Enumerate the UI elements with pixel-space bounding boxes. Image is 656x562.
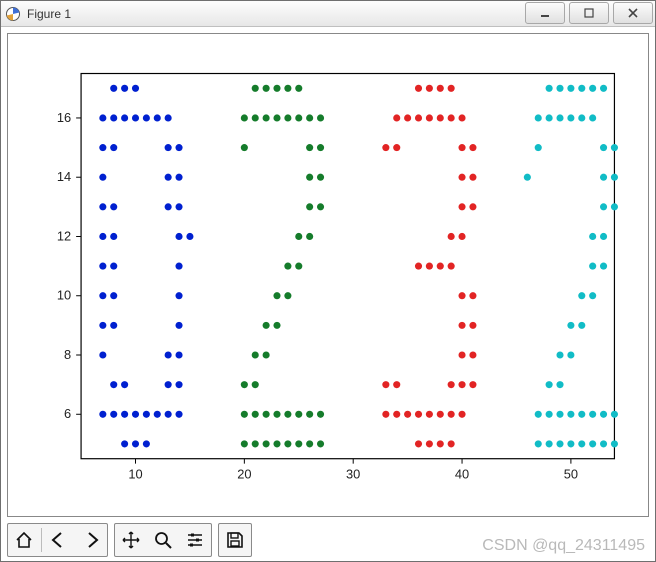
maximize-button[interactable] <box>569 2 609 24</box>
svg-text:10: 10 <box>128 466 142 481</box>
minimize-button[interactable] <box>525 2 565 24</box>
series-green <box>241 85 324 448</box>
back-button[interactable] <box>44 525 74 555</box>
home-button[interactable] <box>9 525 39 555</box>
client-area: 10 20 30 40 50 6 8 10 12 14 16 <box>1 27 655 561</box>
close-button[interactable] <box>613 2 653 24</box>
window-title: Figure 1 <box>27 7 71 21</box>
toolbar-group-save <box>218 523 252 557</box>
svg-text:14: 14 <box>57 169 71 184</box>
plot-svg: 10 20 30 40 50 6 8 10 12 14 16 <box>8 34 648 516</box>
app-icon <box>5 6 21 22</box>
title-bar-left: Figure 1 <box>5 6 71 22</box>
save-button[interactable] <box>220 525 250 555</box>
window-controls <box>525 1 655 26</box>
plot-area[interactable]: 10 20 30 40 50 6 8 10 12 14 16 <box>7 33 649 517</box>
svg-text:30: 30 <box>346 466 360 481</box>
zoom-button[interactable] <box>148 525 178 555</box>
nav-toolbar <box>7 523 252 557</box>
svg-text:50: 50 <box>564 466 578 481</box>
watermark-text: CSDN @qq_24311495 <box>482 537 645 555</box>
svg-text:40: 40 <box>455 466 469 481</box>
series-blue <box>99 85 193 448</box>
title-bar: Figure 1 <box>1 1 655 27</box>
svg-text:16: 16 <box>57 110 71 125</box>
series-cyan <box>524 85 618 448</box>
svg-text:20: 20 <box>237 466 251 481</box>
svg-text:8: 8 <box>64 347 71 362</box>
svg-text:12: 12 <box>57 228 71 243</box>
toolbar-separator <box>41 528 42 552</box>
toolbar-group-view <box>114 523 212 557</box>
figure-window: Figure 1 10 20 30 40 50 6 8 10 12 14 16 <box>0 0 656 562</box>
configure-button[interactable] <box>180 525 210 555</box>
forward-button[interactable] <box>76 525 106 555</box>
pan-button[interactable] <box>116 525 146 555</box>
svg-text:6: 6 <box>64 406 71 421</box>
svg-text:10: 10 <box>57 288 71 303</box>
toolbar-group-nav <box>7 523 108 557</box>
series-red <box>382 85 476 448</box>
